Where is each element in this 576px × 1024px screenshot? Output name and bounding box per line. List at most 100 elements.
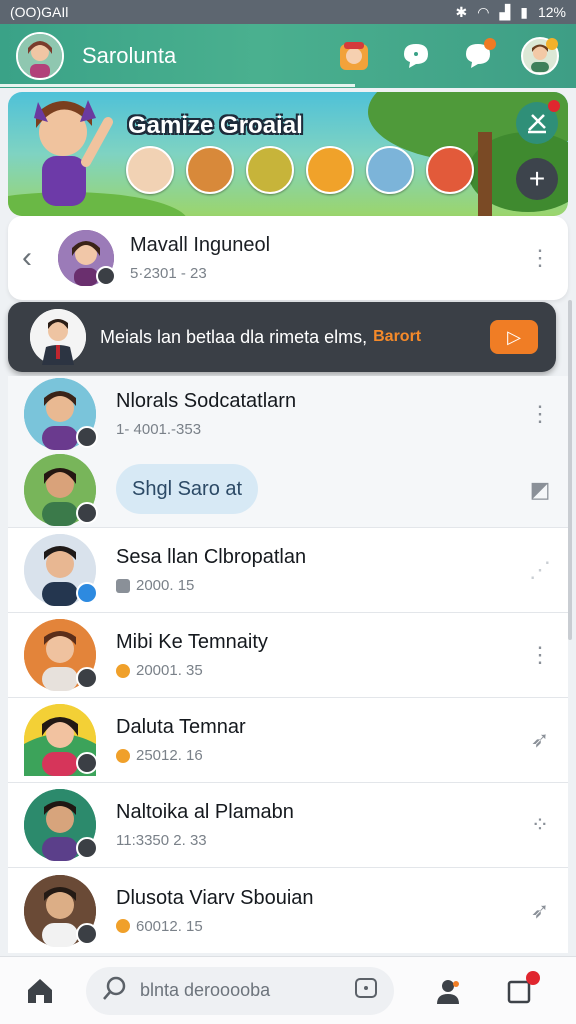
announcement-highlight[interactable]: Barort [373, 328, 421, 346]
search-placeholder: blnta derooooba [140, 980, 271, 1000]
chat-avatar [24, 704, 98, 776]
game-character-1-icon[interactable] [126, 146, 174, 194]
send-icon[interactable]: ➶ [512, 727, 568, 753]
chat-row[interactable]: Mibi Ke Temnaity 20001. 35 ⋮ [8, 613, 568, 698]
chat-row[interactable]: Nlorals Sodcatatlarn 1- 4001.-353 ⋮ [8, 376, 568, 452]
chat-status-badge [76, 922, 98, 945]
status-time: 12% [537, 4, 566, 20]
plus-icon: + [528, 163, 546, 194]
account-badge [546, 38, 558, 50]
send-icon[interactable]: ◩ [512, 477, 568, 503]
emoji-icon [116, 919, 130, 933]
dots-icon[interactable]: ⁘ [512, 812, 568, 838]
messages-button[interactable] [396, 36, 436, 76]
pages-button[interactable] [500, 970, 540, 1011]
draft-chip[interactable]: Shgl Saro at [116, 464, 259, 514]
chat-sub: 2000. 15 [136, 577, 195, 594]
game-icon-row [126, 146, 474, 194]
status-bar: (OO)GAIl ✱ ◠ ▟ ▮ 12% [0, 0, 576, 24]
chat-name: Dlusota Viarv Sbouian [116, 886, 314, 909]
chat-avatar [24, 453, 98, 526]
chat-sub: 25012. 16 [136, 747, 203, 764]
tool-badge [548, 100, 560, 112]
pinned-status-badge [96, 266, 116, 286]
chat-avatar [24, 619, 98, 691]
game-character-button[interactable] [334, 36, 374, 76]
more-vertical-icon[interactable]: ⋮ [512, 642, 568, 668]
app-actions [334, 36, 560, 76]
chat-sub: 60012. 15 [136, 917, 203, 935]
send-icon[interactable]: ➶ [512, 898, 568, 924]
chat-sub: 20001. 35 [136, 662, 203, 679]
banner-add-button[interactable]: + [516, 158, 558, 200]
chat-list: Nlorals Sodcatatlarn 1- 4001.-353 ⋮ Shgl… [8, 376, 568, 953]
message-type-icon [116, 578, 130, 593]
game-character-5-icon[interactable] [366, 146, 414, 194]
chat-avatar [24, 378, 98, 450]
contacts-button[interactable] [428, 971, 468, 1011]
chat-avatar [24, 534, 98, 606]
notification-badge [484, 38, 496, 50]
bluetooth-icon: ✱ [455, 3, 468, 20]
play-icon: ▷ [507, 326, 521, 347]
more-vertical-icon[interactable]: ⋮ [512, 245, 568, 271]
pages-badge [526, 970, 540, 985]
chat-name: Sesa llan Clbropatlan [116, 546, 307, 568]
game-character-3-icon[interactable] [246, 146, 294, 194]
emoji-icon [116, 663, 130, 678]
game-banner[interactable]: Gamize Groaial + [8, 92, 568, 216]
back-chevron-icon[interactable]: ‹ [22, 241, 52, 275]
account-button[interactable] [520, 36, 560, 76]
search-icon [102, 975, 128, 1006]
banner-title: Gamize Groaial [128, 112, 303, 139]
chat-avatar [24, 789, 98, 861]
app-bar: Sarolunta [0, 24, 576, 88]
pinned-name: Mavall Inguneol [130, 234, 271, 256]
profile-avatar[interactable] [16, 32, 64, 80]
chat-row[interactable]: Sesa llan Clbropatlan 2000. 15 ⋰ [8, 528, 568, 613]
game-character-6-icon[interactable] [426, 146, 474, 194]
chat-sub: 11:3350 2. 33 [116, 832, 207, 849]
chat-bubble-icon [404, 44, 428, 68]
search-bar[interactable]: blnta derooooba [86, 966, 394, 1015]
status-left: (OO)GAIl [10, 4, 69, 20]
sticker-icon[interactable] [354, 976, 378, 1005]
character-icon [340, 42, 368, 70]
chat-status-badge [76, 752, 98, 774]
announcement-text: Meials lan betlaa dla rimeta elms, [100, 326, 368, 347]
chat-status-badge [76, 501, 98, 524]
chat-name: Daluta Temnar [116, 716, 246, 738]
chat-row[interactable]: Daluta Temnar 25012. 16 ➶ [8, 698, 568, 783]
game-character-4-icon[interactable] [306, 146, 354, 194]
chat-status-badge [76, 426, 98, 448]
notifications-button[interactable] [458, 36, 498, 76]
status-icons: ✱ ◠ ▟ ▮ 12% [456, 4, 566, 21]
chat-row[interactable]: Naltoika al Plamabn 11:3350 2. 33 ⁘ [8, 783, 568, 868]
battery-icon: ▮ [520, 3, 528, 20]
chat-sub: 1- 4001.-353 [116, 421, 202, 438]
home-button[interactable] [20, 971, 60, 1011]
announcement-avatar [30, 309, 86, 365]
chat-name: Mibi Ke Temnaity [116, 631, 268, 653]
chat-status-badge [76, 582, 98, 604]
typing-dots-icon: ⋰ [529, 557, 551, 582]
announcement-action-button[interactable]: ▷ [490, 320, 538, 354]
banner-tool-button[interactable] [516, 100, 560, 144]
bottom-nav: blnta derooooba [0, 956, 576, 1024]
wifi-icon: ◠ [477, 3, 490, 20]
chat-row[interactable]: Shgl Saro at ◩ [8, 452, 568, 528]
chat-status-badge [76, 667, 98, 689]
pinned-sub: 5·2301 - 23 [130, 265, 207, 282]
chat-row[interactable]: Dlusota Viarv Sbouian 60012. 15 ➶ [8, 868, 568, 953]
announcement-banner[interactable]: Meials lan betlaa dla rimeta elms, Baror… [8, 302, 556, 372]
chat-avatar [24, 874, 98, 947]
pinned-avatar [58, 230, 116, 286]
person-icon [437, 979, 459, 1004]
more-vertical-icon[interactable]: ⋮ [512, 401, 568, 427]
game-character-2-icon[interactable] [186, 146, 234, 194]
pinned-chat[interactable]: ‹ Mavall Inguneol 5·2301 - 23 ⋮ [8, 216, 568, 300]
chat-name: Nlorals Sodcatatlarn [116, 390, 297, 412]
signal-icon: ▟ [499, 3, 511, 20]
scrollbar[interactable] [568, 300, 572, 640]
chat-status-badge [76, 837, 98, 859]
